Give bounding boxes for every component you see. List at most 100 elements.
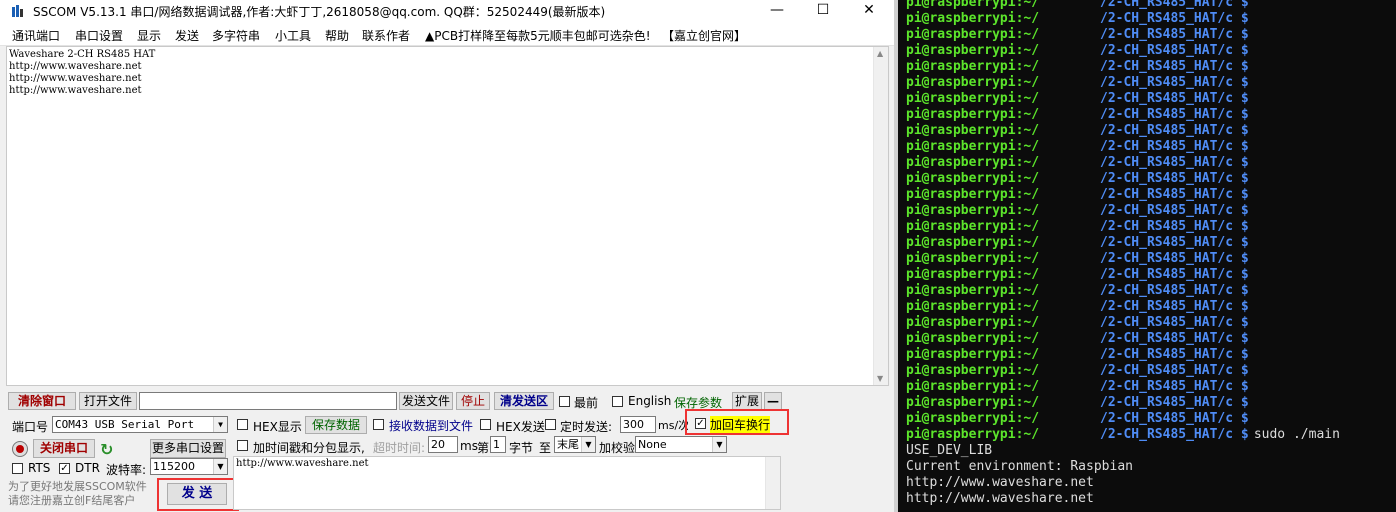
add-crlf-label: 加回车换行 [710, 416, 771, 433]
terminal-prompt-line: pi@raspberrypi:~/ /2-CH_RS485_HAT/c $ [906, 251, 1249, 267]
prompt-path: /2-CH_RS485_HAT/c $ [1100, 395, 1249, 410]
close-port-button[interactable]: 关闭串口 [33, 439, 95, 458]
menu-serial-settings[interactable]: 串口设置 [75, 27, 123, 44]
prompt-path: /2-CH_RS485_HAT/c $ [1100, 411, 1249, 426]
checksum-select[interactable]: None ▼ [635, 436, 727, 453]
file-path-input[interactable] [139, 392, 397, 410]
end-select[interactable]: 末尾 ▼ [554, 436, 596, 453]
chevron-down-icon[interactable]: ▼ [213, 417, 227, 432]
prompt-path: /2-CH_RS485_HAT/c $ [1100, 283, 1249, 298]
terminal-prompt-line: pi@raspberrypi:~/ /2-CH_RS485_HAT/c $ [906, 235, 1249, 251]
prompt-path: /2-CH_RS485_HAT/c $ [1100, 347, 1249, 362]
receive-area[interactable]: Waveshare 2-CH RS485 HAT http://www.wave… [6, 46, 889, 386]
topmost-checkbox[interactable] [559, 396, 570, 407]
scroll-up-icon[interactable]: ▲ [877, 49, 883, 58]
prompt-path: /2-CH_RS485_HAT/c $ [1100, 123, 1249, 138]
prompt-user: pi@raspberrypi:~/ [906, 27, 1040, 42]
interval-input[interactable]: 300 [620, 416, 656, 433]
prompt-path: /2-CH_RS485_HAT/c $ [1100, 427, 1249, 442]
topmost-label: 最前 [574, 396, 599, 410]
menu-display[interactable]: 显示 [137, 27, 161, 44]
menu-bar: 通讯端口 串口设置 显示 发送 多字符串 小工具 帮助 联系作者 ▲PCB打样降… [0, 22, 894, 46]
send-file-button[interactable]: 发送文件 [399, 392, 453, 410]
menu-comm-port[interactable]: 通讯端口 [12, 27, 60, 44]
prompt-path: /2-CH_RS485_HAT/c $ [1100, 187, 1249, 202]
english-checkbox[interactable] [612, 396, 623, 407]
menu-send[interactable]: 发送 [175, 27, 199, 44]
app-icon [10, 3, 26, 19]
receive-scrollbar[interactable]: ▲ ▼ [873, 47, 888, 385]
close-button[interactable]: ✕ [846, 0, 892, 22]
hex-display-checkbox[interactable] [237, 419, 248, 430]
send-text-area[interactable]: http://www.waveshare.net [233, 456, 781, 510]
prompt-user: pi@raspberrypi:~/ [906, 203, 1040, 218]
scroll-down-icon[interactable]: ▼ [877, 374, 883, 383]
terminal-prompt-line: pi@raspberrypi:~/ /2-CH_RS485_HAT/c $ [906, 283, 1249, 299]
prompt-path: /2-CH_RS485_HAT/c $ [1100, 315, 1249, 330]
collapse-button[interactable]: — [764, 392, 782, 410]
clear-window-button[interactable]: 清除窗口 [8, 392, 76, 410]
open-file-button[interactable]: 打开文件 [79, 392, 137, 410]
hex-send-checkbox[interactable] [480, 419, 491, 430]
prompt-path: /2-CH_RS485_HAT/c $ [1100, 0, 1249, 10]
menu-multi-string[interactable]: 多字符串 [212, 27, 260, 44]
rts-checkbox[interactable] [12, 463, 23, 474]
terminal-prompt-line: pi@raspberrypi:~/ /2-CH_RS485_HAT/c $ [906, 11, 1249, 27]
prompt-path: /2-CH_RS485_HAT/c $ [1100, 155, 1249, 170]
prompt-user: pi@raspberrypi:~/ [906, 139, 1040, 154]
dtr-label: DTR [75, 461, 100, 475]
terminal-prompt-line: pi@raspberrypi:~/ /2-CH_RS485_HAT/c $ [906, 219, 1249, 235]
terminal-prompt-line: pi@raspberrypi:~/ /2-CH_RS485_HAT/c $ [906, 139, 1249, 155]
prompt-user: pi@raspberrypi:~/ [906, 299, 1040, 314]
recv-to-file-label: 接收数据到文件 [389, 419, 474, 433]
prompt-user: pi@raspberrypi:~/ [906, 427, 1040, 442]
byte-index-input[interactable]: 1 [490, 436, 506, 453]
send-button[interactable]: 发 送 [167, 483, 227, 505]
prompt-path: /2-CH_RS485_HAT/c $ [1100, 299, 1249, 314]
chevron-down-icon[interactable]: ▼ [712, 437, 726, 452]
terminal-prompt-line: pi@raspberrypi:~/ /2-CH_RS485_HAT/c $ [906, 299, 1249, 315]
baud-select[interactable]: 115200 ▼ [150, 458, 228, 475]
minimize-button[interactable]: — [754, 0, 800, 22]
chevron-down-icon[interactable]: ▼ [581, 437, 595, 452]
dtr-checkbox[interactable]: ✓ [59, 463, 70, 474]
timestamp-checkbox[interactable] [237, 440, 248, 451]
timeout-label: 超时时间: [373, 441, 426, 455]
timed-send-checkbox[interactable] [545, 419, 556, 430]
clear-send-button[interactable]: 清发送区 [494, 392, 554, 410]
menu-contact[interactable]: 联系作者 [362, 27, 410, 44]
chevron-down-icon[interactable]: ▼ [213, 459, 227, 474]
menu-pcb-promo[interactable]: ▲PCB打样降至每款5元顺丰包邮可选杂色! [425, 27, 651, 44]
recv-to-file-checkbox[interactable] [373, 419, 384, 430]
prompt-path: /2-CH_RS485_HAT/c $ [1100, 379, 1249, 394]
prompt-user: pi@raspberrypi:~/ [906, 187, 1040, 202]
menu-jlc-site[interactable]: 【嘉立创官网】 [662, 27, 746, 44]
maximize-button[interactable]: ☐ [800, 0, 846, 22]
expand-button[interactable]: 扩展 [732, 392, 762, 410]
terminal-prompt-line: pi@raspberrypi:~/ /2-CH_RS485_HAT/c $ [906, 91, 1249, 107]
terminal-prompt-line: pi@raspberrypi:~/ /2-CH_RS485_HAT/c $ [906, 123, 1249, 139]
more-serial-settings-button[interactable]: 更多串口设置 [150, 439, 226, 458]
prompt-command: sudo ./main [1246, 427, 1340, 442]
prompt-path: /2-CH_RS485_HAT/c $ [1100, 11, 1249, 26]
terminal-output-line: USE_DEV_LIB [906, 443, 993, 458]
promo-text: 为了更好地发展SSCOM软件 请您注册嘉立创F结尾客户 [8, 480, 147, 508]
hex-display-label: HEX显示 [253, 420, 302, 434]
prompt-path: /2-CH_RS485_HAT/c $ [1100, 91, 1249, 106]
hex-send-label: HEX发送 [496, 420, 545, 434]
prompt-path: /2-CH_RS485_HAT/c $ [1100, 219, 1249, 234]
port-select[interactable]: COM43 USB Serial Port ▼ [52, 416, 228, 433]
stop-button[interactable]: 停止 [456, 392, 490, 410]
save-data-button[interactable]: 保存数据 [305, 416, 367, 434]
menu-tools[interactable]: 小工具 [275, 27, 311, 44]
terminal-prompt-line: pi@raspberrypi:~/ /2-CH_RS485_HAT/c $ [906, 363, 1249, 379]
timeout-input[interactable]: 20 [428, 436, 458, 453]
terminal-window[interactable]: pi@raspberrypi:~/ /2-CH_RS485_HAT/c $ pi@r… [894, 0, 1396, 512]
terminal-output-line: http://www.waveshare.net [906, 475, 1094, 490]
terminal-prompt-line: pi@raspberrypi:~/ /2-CH_RS485_HAT/c $ [906, 395, 1249, 411]
menu-help[interactable]: 帮助 [325, 27, 349, 44]
send-scrollbar[interactable] [765, 457, 780, 509]
add-crlf-checkbox[interactable]: ✓ [695, 418, 706, 429]
port-status-icon [12, 441, 28, 457]
refresh-icon[interactable]: ↻ [100, 440, 113, 459]
